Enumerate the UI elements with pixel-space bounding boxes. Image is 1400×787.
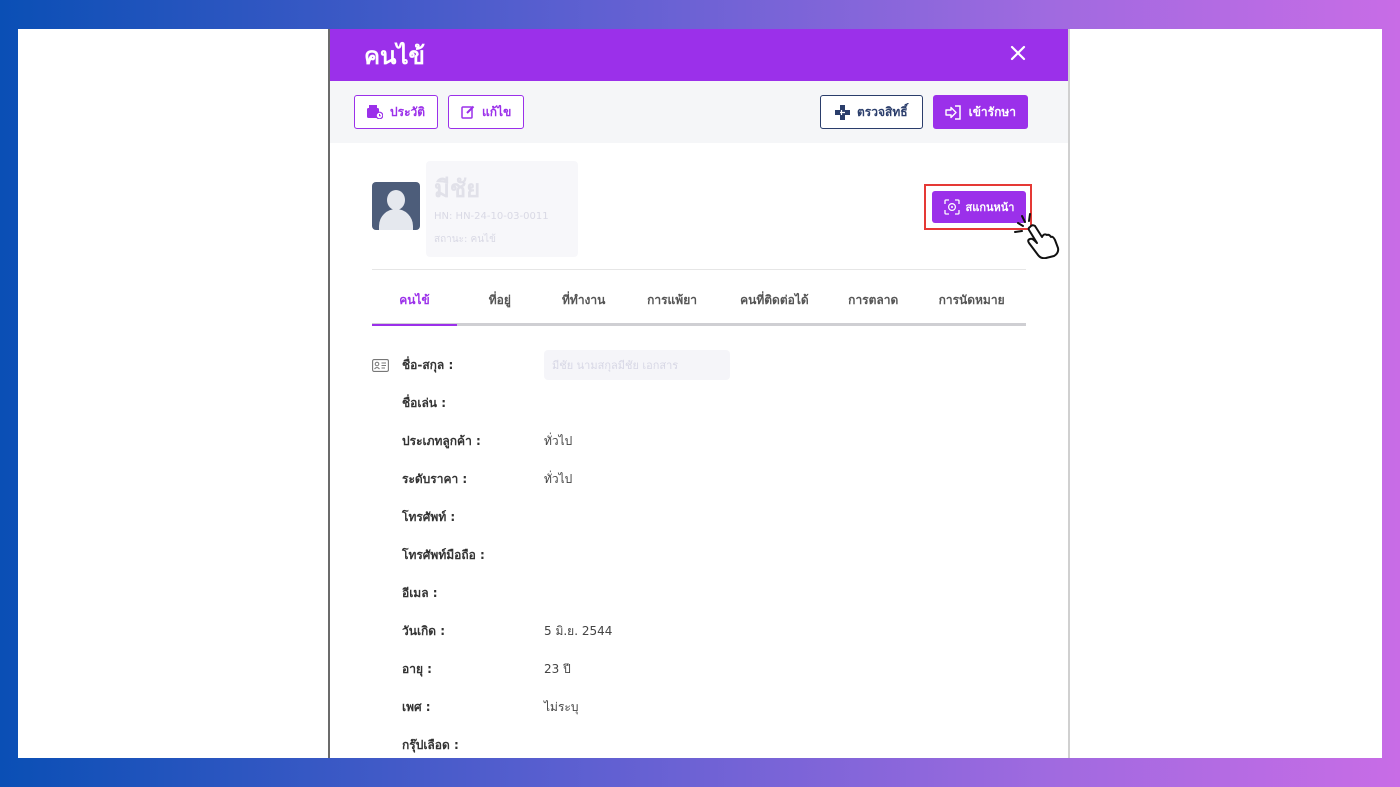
detail-value: มีชัย นามสกุลมีชัย เอกสาร <box>544 350 730 380</box>
detail-row: ชื่อเล่น : <box>372 384 1026 422</box>
face-scan-icon <box>943 199 960 215</box>
scan-face-button[interactable]: สแกนหน้า <box>932 191 1026 223</box>
check-rights-button[interactable]: ตรวจสิทธิ์ <box>820 95 923 129</box>
avatar <box>372 182 420 230</box>
detail-label: ชื่อ-สกุล : <box>402 357 454 372</box>
detail-row: อีเมล : <box>372 574 1026 612</box>
modal-header: คนไข้ <box>330 29 1068 81</box>
modal-edge-fade <box>1070 519 1074 758</box>
patient-profile: มีชัย HN: HN-24-10-03-0011 สถานะ: คนไข้ … <box>372 143 1060 270</box>
history-button-label: ประวัติ <box>390 104 426 119</box>
patient-status: สถานะ: คนไข้ <box>434 234 496 245</box>
patient-details: ชื่อ-สกุล : มีชัย นามสกุลมีชัย เอกสาร ชื… <box>372 346 1026 758</box>
tab-contacts[interactable]: คนที่ติดต่อได้ <box>719 287 829 323</box>
detail-label: ประเภทลูกค้า : <box>402 433 481 448</box>
detail-label: โทรศัพท์ : <box>402 509 456 524</box>
edit-button[interactable]: แก้ไข <box>448 95 525 129</box>
tab-address[interactable]: ที่อยู่ <box>457 287 543 323</box>
detail-row: อายุ : 23 ปี <box>372 650 1026 688</box>
detail-label: อายุ : <box>402 661 432 676</box>
tab-drug-allergy[interactable]: การแพ้ยา <box>625 287 720 323</box>
tab-bar: คนไข้ ที่อยู่ ที่ทำงาน การแพ้ยา คนที่ติด… <box>372 270 1026 326</box>
detail-value: ทั่วไป <box>544 471 573 486</box>
detail-value: ไม่ระบุ <box>544 699 579 714</box>
detail-label: ระดับราคา : <box>402 471 468 486</box>
edit-button-label: แก้ไข <box>482 104 512 119</box>
scan-face-label: สแกนหน้า <box>965 201 1015 214</box>
pointer-hand-icon <box>1014 213 1060 259</box>
history-icon <box>367 105 383 119</box>
profile-info: มีชัย HN: HN-24-10-03-0011 สถานะ: คนไข้ <box>426 161 578 257</box>
detail-value: ทั่วไป <box>544 433 573 448</box>
check-rights-button-label: ตรวจสิทธิ์ <box>857 104 908 119</box>
close-icon[interactable] <box>1010 44 1026 66</box>
detail-value: 23 ปี <box>544 661 571 676</box>
history-button[interactable]: ประวัติ <box>354 95 439 129</box>
toolbar: ประวัติ แก้ไข ตรวจสิทธิ์ เข้ารักษา <box>330 81 1068 143</box>
detail-row: เพศ : ไม่ระบุ <box>372 688 1026 726</box>
detail-row: กรุ๊ปเลือด : <box>372 726 1026 758</box>
patient-hn: HN: HN-24-10-03-0011 <box>434 211 549 222</box>
detail-row: ระดับราคา : ทั่วไป <box>372 460 1026 498</box>
detail-row: วันเกิด : 5 มิ.ย. 2544 <box>372 612 1026 650</box>
detail-value: 5 มิ.ย. 2544 <box>544 623 613 638</box>
detail-label: เพศ : <box>402 699 431 714</box>
detail-label: โทรศัพท์มือถือ : <box>402 547 485 562</box>
detail-label: กรุ๊ปเลือด : <box>402 737 459 752</box>
patient-modal: คนไข้ ประวัติ แก้ไข ตรวจสิทธิ์ เข้ารักษา… <box>328 29 1070 758</box>
id-card-icon <box>372 358 389 372</box>
detail-row: โทรศัพท์ : <box>372 498 1026 536</box>
admit-button-label: เข้ารักษา <box>968 104 1016 119</box>
patient-name: มีชัย <box>434 175 481 203</box>
detail-row: โทรศัพท์มือถือ : <box>372 536 1026 574</box>
modal-title: คนไข้ <box>364 41 425 70</box>
edit-icon <box>461 105 475 119</box>
admit-button[interactable]: เข้ารักษา <box>932 95 1028 129</box>
medical-cross-icon <box>835 104 851 120</box>
detail-row: ประเภทลูกค้า : ทั่วไป <box>372 422 1026 460</box>
detail-label: อีเมล : <box>402 585 438 600</box>
login-arrow-icon <box>944 104 961 120</box>
detail-label: ชื่อเล่น : <box>402 395 446 410</box>
tab-patient[interactable]: คนไข้ <box>372 287 457 326</box>
tab-appointments[interactable]: การนัดหมาย <box>917 287 1026 323</box>
detail-label: วันเกิด : <box>402 623 446 638</box>
screen-canvas: คนไข้ ประวัติ แก้ไข ตรวจสิทธิ์ เข้ารักษา… <box>18 29 1382 758</box>
tab-marketing[interactable]: การตลาด <box>829 287 917 323</box>
detail-row: ชื่อ-สกุล : มีชัย นามสกุลมีชัย เอกสาร <box>372 346 1026 384</box>
tab-workplace[interactable]: ที่ทำงาน <box>543 287 625 323</box>
